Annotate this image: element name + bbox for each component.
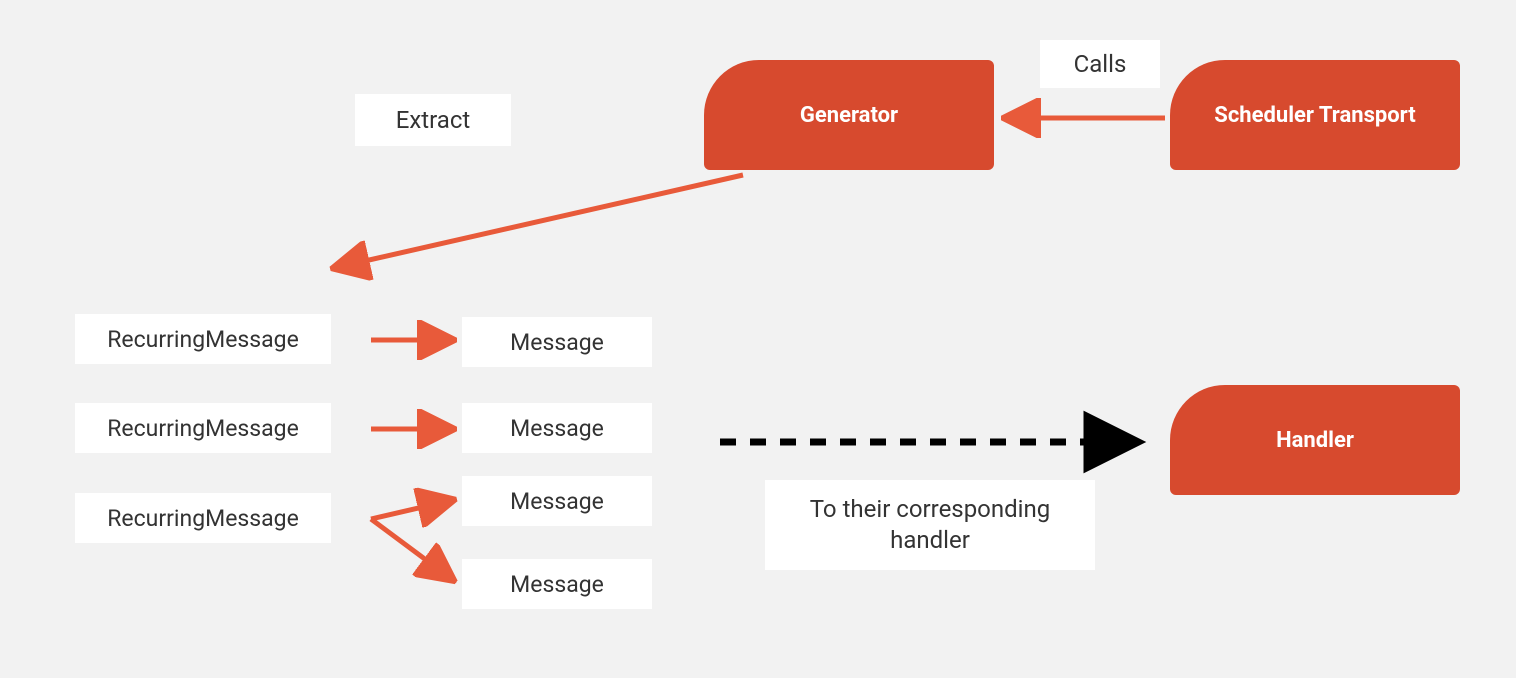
node-scheduler-transport-label: Scheduler Transport	[1214, 103, 1415, 128]
message-item-1-label: Message	[510, 415, 604, 442]
message-item-1: Message	[462, 403, 652, 453]
node-handler-label: Handler	[1276, 428, 1354, 453]
recurring-item-1-label: RecurringMessage	[107, 415, 299, 442]
label-to-handler: To their corresponding handler	[765, 480, 1095, 570]
label-extract: Extract	[355, 94, 511, 146]
node-handler: Handler	[1170, 385, 1460, 495]
message-item-3: Message	[462, 559, 652, 609]
label-calls-text: Calls	[1074, 50, 1127, 78]
message-item-3-label: Message	[510, 571, 604, 598]
recurring-item-2: RecurringMessage	[75, 493, 331, 543]
message-item-0-label: Message	[510, 329, 604, 356]
label-calls: Calls	[1040, 40, 1160, 88]
recurring-item-0-label: RecurringMessage	[107, 326, 299, 353]
message-item-2-label: Message	[510, 488, 604, 515]
node-scheduler-transport: Scheduler Transport	[1170, 60, 1460, 170]
edge-rm2-m3	[371, 519, 453, 580]
label-to-handler-text: To their corresponding handler	[773, 494, 1087, 556]
message-item-0: Message	[462, 317, 652, 367]
recurring-item-0: RecurringMessage	[75, 314, 331, 364]
node-generator-label: Generator	[800, 103, 898, 128]
edge-extract	[334, 175, 743, 268]
recurring-item-1: RecurringMessage	[75, 403, 331, 453]
node-generator: Generator	[704, 60, 994, 170]
edge-rm2-m2	[371, 500, 453, 519]
label-extract-text: Extract	[396, 106, 471, 134]
recurring-item-2-label: RecurringMessage	[107, 505, 299, 532]
message-item-2: Message	[462, 476, 652, 526]
